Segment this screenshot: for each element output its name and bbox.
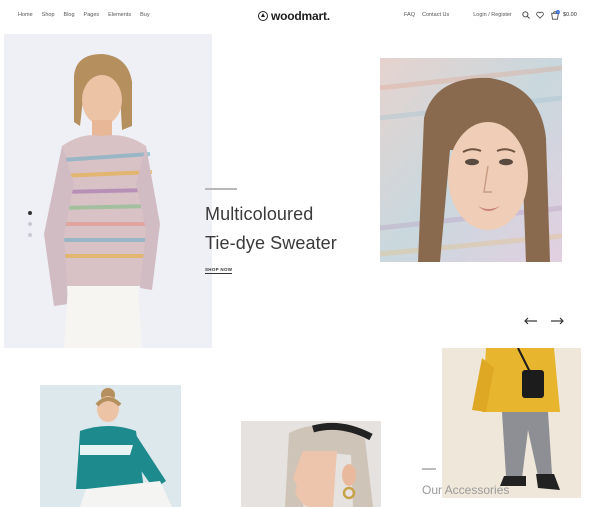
product-image-sweatshirt[interactable] (40, 385, 181, 507)
header-icons: 0 $0.00 (522, 10, 577, 20)
heart-icon[interactable] (536, 11, 544, 19)
slider-dot-3[interactable] (28, 233, 32, 237)
nav-pages[interactable]: Pages (84, 12, 100, 18)
product-image-earrings[interactable] (241, 421, 381, 507)
hero-divider (205, 188, 237, 190)
nav-home[interactable]: Home (18, 12, 33, 18)
hero-text: Multicoloured Tie-dye Sweater SHOP NOW (205, 188, 337, 276)
nav-blog[interactable]: Blog (64, 12, 75, 18)
nav-contact[interactable]: Contact Us (422, 12, 449, 18)
nav-faq[interactable]: FAQ (404, 12, 415, 18)
site-header: Home Shop Blog Pages Elements Buy woodma… (0, 0, 602, 34)
hero-title-line1: Multicoloured (205, 204, 314, 224)
slider-dot-1[interactable] (28, 211, 32, 215)
accessories-divider (422, 468, 436, 470)
hero-model-image (4, 34, 212, 348)
arrow-right-icon[interactable] (550, 312, 564, 330)
nav-buy[interactable]: Buy (140, 12, 149, 18)
main-nav: Home Shop Blog Pages Elements Buy (18, 12, 150, 18)
nav-shop[interactable]: Shop (42, 12, 55, 18)
hero-portrait-image (380, 58, 562, 262)
slider-dots (28, 211, 32, 237)
shop-now-button[interactable]: SHOP NOW (205, 267, 233, 274)
accessories-heading[interactable]: Our Accessories (422, 483, 509, 497)
cart-icon[interactable]: 0 (550, 10, 560, 20)
product-image-bag[interactable] (442, 348, 581, 498)
cart-total[interactable]: $0.00 (563, 12, 577, 18)
woodmart-logo-icon (258, 11, 268, 21)
secondary-nav: FAQ Contact Us Login / Register (404, 12, 512, 18)
search-icon[interactable] (522, 11, 530, 19)
slider-arrows (524, 312, 564, 330)
nav-elements[interactable]: Elements (108, 12, 131, 18)
arrow-left-icon[interactable] (524, 312, 538, 330)
site-logo[interactable]: woodmart. (258, 9, 330, 23)
hero-title-line2: Tie-dye Sweater (205, 233, 337, 253)
login-register-link[interactable]: Login / Register (473, 12, 512, 18)
slider-dot-2[interactable] (28, 222, 32, 226)
logo-text: woodmart. (271, 9, 330, 23)
